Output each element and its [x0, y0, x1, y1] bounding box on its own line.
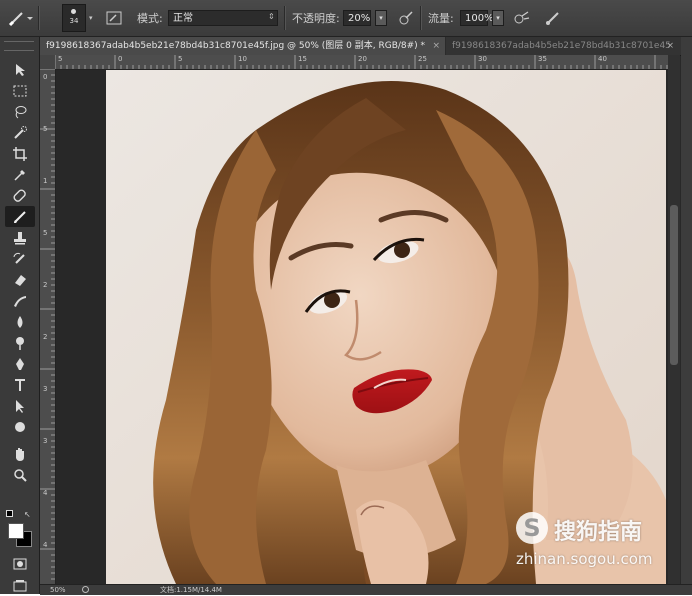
close-icon[interactable]: ×	[666, 37, 674, 55]
opacity-label: 不透明度:	[292, 12, 340, 25]
horizontal-ruler[interactable]: 5 0 5 10 15 20 25 30 35 40	[55, 55, 668, 70]
ruler-ticks	[40, 69, 55, 580]
tab-document-2[interactable]: f9198618367adab4b5eb21e78bd4b31c8701e45 …	[446, 37, 692, 55]
brush-preset-icon[interactable]	[8, 0, 34, 36]
eraser-tool-icon[interactable]	[5, 269, 35, 290]
ruler-label: 15	[298, 55, 307, 63]
vertical-ruler[interactable]: 0 5 1 5 2 2 3 3 4 4	[40, 69, 56, 584]
ruler-label: 10	[238, 55, 247, 63]
ruler-corner[interactable]	[40, 55, 55, 69]
pen-tool-icon[interactable]	[5, 353, 35, 374]
separator	[38, 6, 39, 30]
chevron-down-icon[interactable]: ▾	[492, 10, 504, 26]
mode-select[interactable]: 正常 ⇕	[168, 0, 278, 36]
history-brush-tool-icon[interactable]	[5, 248, 35, 269]
options-bar: 34 ▾ 模式: 正常 ⇕ 不透明度: 20% ▾ 流量: 100% ▾	[0, 0, 692, 37]
marquee-tool-icon[interactable]	[5, 80, 35, 101]
crop-tool-icon[interactable]	[5, 143, 35, 164]
ruler-label: 40	[598, 55, 607, 63]
hand-tool-icon[interactable]	[5, 443, 35, 464]
flow-input[interactable]: 100%	[460, 10, 494, 26]
shape-tool-icon[interactable]	[5, 416, 35, 437]
brush-tool-icon[interactable]	[5, 206, 35, 227]
path-select-tool-icon[interactable]	[5, 395, 35, 416]
gradient-tool-icon[interactable]	[5, 290, 35, 311]
airbrush-icon[interactable]	[512, 8, 532, 28]
type-tool-icon[interactable]	[5, 374, 35, 395]
opacity-input[interactable]: 20%	[343, 10, 371, 26]
ruler-label: 0	[43, 73, 48, 81]
brush-tip-icon	[71, 9, 76, 14]
photoshop-window: 34 ▾ 模式: 正常 ⇕ 不透明度: 20% ▾ 流量: 100% ▾ ↖ f…	[0, 0, 692, 595]
ruler-label: 4	[43, 541, 48, 549]
ruler-label: 3	[43, 385, 48, 393]
vertical-scrollbar[interactable]	[668, 55, 680, 584]
portrait-photo[interactable]	[106, 70, 666, 584]
ruler-label: 25	[418, 55, 427, 63]
right-panel-edge	[681, 37, 692, 594]
pressure-size-icon[interactable]	[543, 8, 563, 28]
mode-value[interactable]: 正常	[168, 10, 278, 26]
separator	[284, 6, 285, 30]
toolbox-grip[interactable]	[4, 41, 34, 51]
ruler-label: 2	[43, 333, 48, 341]
ruler-label: 2	[43, 281, 48, 289]
flow-control[interactable]: 100% ▾	[460, 0, 504, 36]
scrollbar-thumb[interactable]	[670, 205, 678, 365]
quick-mask-icon[interactable]	[5, 553, 35, 574]
ruler-label: 1	[43, 177, 48, 185]
brush-size-picker[interactable]: 34 ▾	[62, 0, 93, 36]
ruler-label: 30	[478, 55, 487, 63]
watermark-name: 搜狗指南	[554, 520, 643, 545]
quick-select-tool-icon[interactable]	[5, 122, 35, 143]
spot-heal-tool-icon[interactable]	[5, 185, 35, 206]
sogou-watermark: S 搜狗指南 zhinan.sogou.com	[516, 512, 676, 572]
close-icon[interactable]: ×	[432, 37, 440, 55]
info-icon[interactable]	[82, 586, 89, 593]
ruler-label: 3	[43, 437, 48, 445]
ruler-label: 5	[43, 125, 48, 133]
watermark-url: zhinan.sogou.com	[516, 550, 653, 568]
clone-stamp-tool-icon[interactable]	[5, 227, 35, 248]
status-bar: 50% 文档:1.15M/14.4M	[40, 584, 692, 595]
tab-title: f9198618367adab4b5eb21e78bd4b31c8701e45	[452, 41, 671, 51]
flow-label: 流量:	[428, 12, 454, 25]
brush-size-value: 34	[69, 17, 79, 25]
blur-tool-icon[interactable]	[5, 311, 35, 332]
dodge-tool-icon[interactable]	[5, 332, 35, 353]
zoom-tool-icon[interactable]	[5, 464, 35, 485]
opacity-control[interactable]: 20% ▾	[343, 0, 387, 36]
tab-title: f9198618367adab4b5eb21e78bd4b31c8701e45f…	[46, 41, 426, 51]
lasso-tool-icon[interactable]	[5, 101, 35, 122]
pressure-opacity-icon[interactable]	[396, 8, 416, 28]
tab-document-1[interactable]: f9198618367adab4b5eb21e78bd4b31c8701e45f…	[40, 37, 445, 55]
brush-size-swatch[interactable]: 34	[62, 4, 86, 32]
separator	[420, 6, 421, 30]
chevron-down-icon[interactable]: ▾	[89, 14, 93, 22]
canvas-area[interactable]	[56, 70, 667, 584]
ruler-label: 5	[43, 229, 48, 237]
brush-panel-icon[interactable]	[104, 8, 124, 28]
document-tabs: f9198618367adab4b5eb21e78bd4b31c8701e45f…	[40, 37, 692, 56]
sogou-logo-icon: S	[516, 512, 548, 544]
ruler-label: 20	[358, 55, 367, 63]
ruler-label: 5	[178, 55, 183, 63]
chevron-down-icon[interactable]: ▾	[375, 10, 387, 26]
toolbox: ↖	[0, 37, 40, 594]
move-tool-icon[interactable]	[5, 59, 35, 80]
foreground-color-swatch[interactable]	[8, 523, 24, 539]
updown-icon: ⇕	[268, 12, 275, 21]
default-colors-icon[interactable]: ↖	[6, 510, 34, 519]
ruler-label: 0	[118, 55, 123, 63]
screen-mode-icon[interactable]	[5, 575, 35, 596]
ruler-label: 35	[538, 55, 547, 63]
mode-label: 模式:	[137, 12, 163, 25]
ruler-label: 5	[58, 55, 63, 63]
eyedropper-tool-icon[interactable]	[5, 164, 35, 185]
ruler-label: 4	[43, 489, 48, 497]
